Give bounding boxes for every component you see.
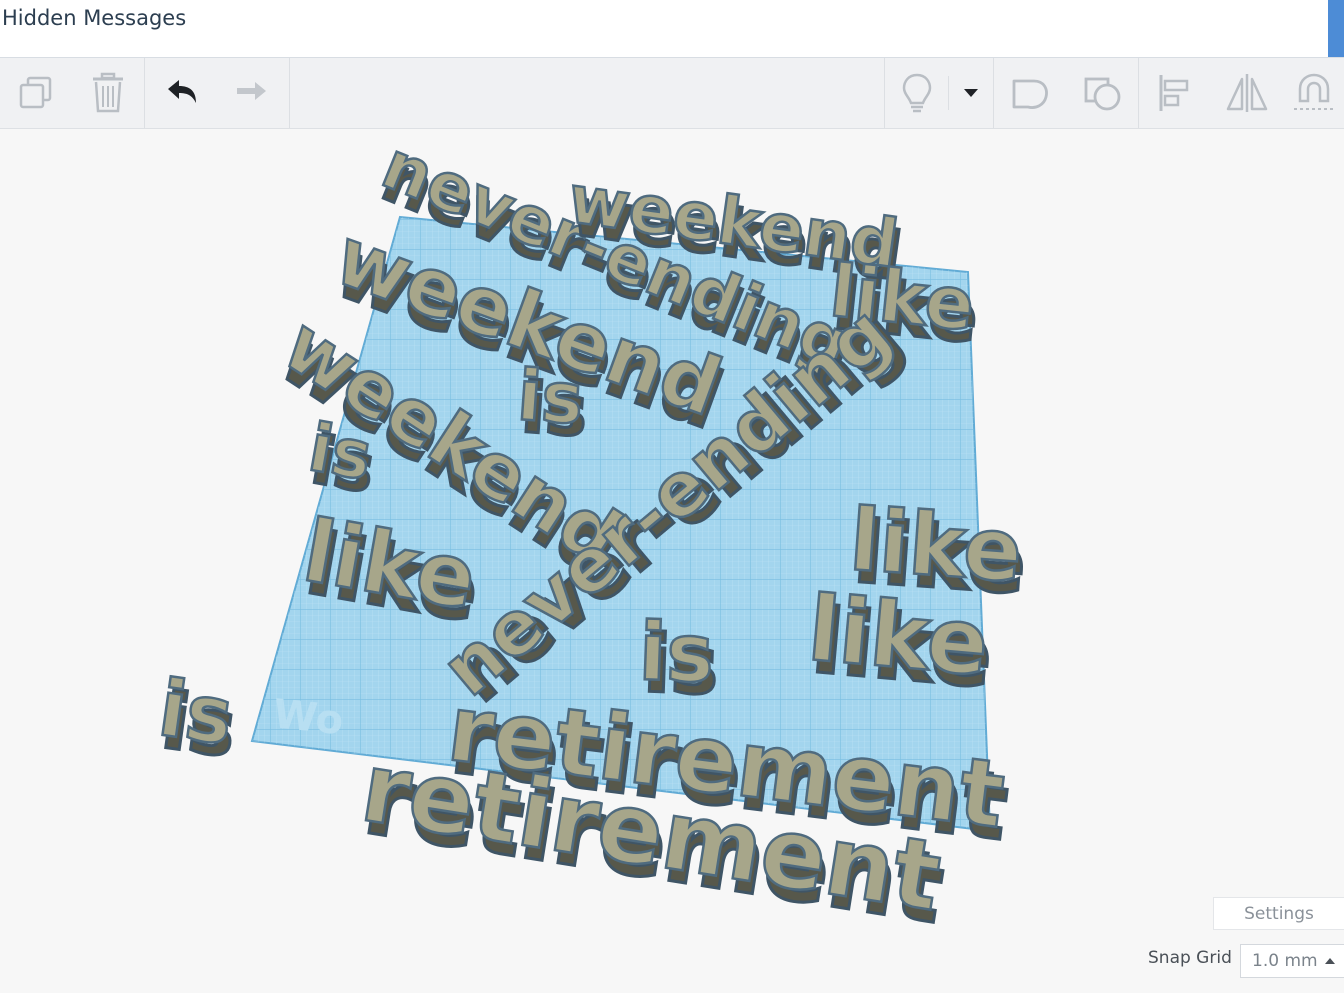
align-icon <box>1159 75 1189 111</box>
group-shape-icon <box>1012 79 1048 109</box>
scrollbar-accent[interactable] <box>1328 0 1344 57</box>
magnet-icon <box>1294 73 1334 110</box>
word-group[interactable]: never-ending never-ending weekend weeken… <box>152 129 1031 947</box>
mirror-icon <box>1226 74 1268 112</box>
lightbulb-icon <box>902 73 932 113</box>
toolbar-divider <box>289 58 290 128</box>
cruise-button[interactable] <box>1284 58 1344 128</box>
redo-arrow-icon <box>237 82 266 100</box>
caret-up-icon <box>1325 958 1335 964</box>
ungroup-button[interactable] <box>1068 58 1138 128</box>
svg-text:is: is <box>515 354 586 440</box>
document-title[interactable]: Hidden Messages <box>2 6 186 30</box>
svg-text:is: is <box>303 409 377 496</box>
workplane-watermark: Wo <box>271 691 346 744</box>
svg-text:is: is <box>637 605 715 701</box>
workplane-viewport[interactable]: Wo never-ending never-ending weekend wee… <box>0 129 1344 993</box>
group-button[interactable] <box>995 58 1065 128</box>
ungroup-shape-icon <box>1084 77 1121 111</box>
redo-button[interactable] <box>216 58 288 128</box>
toolbar-divider <box>948 76 949 110</box>
title-bar: Hidden Messages <box>0 0 1344 58</box>
word-text[interactable]: like like <box>803 575 998 710</box>
svg-text:like: like <box>804 576 993 696</box>
notes-button[interactable] <box>886 58 948 128</box>
caret-down-icon <box>964 89 978 97</box>
align-button[interactable] <box>1140 58 1210 128</box>
delete-button[interactable] <box>72 58 144 128</box>
undo-arrow-icon <box>168 80 196 103</box>
snap-grid-label: Snap Grid <box>1148 948 1232 968</box>
toolbar-divider <box>1138 58 1139 128</box>
snap-grid-select[interactable]: 1.0 mm <box>1240 944 1344 978</box>
copy-icon <box>19 76 52 109</box>
toolbar-divider <box>884 58 885 128</box>
trash-icon <box>93 72 123 113</box>
word-text[interactable]: is is <box>152 662 244 777</box>
notes-dropdown-button[interactable] <box>950 58 992 128</box>
scene[interactable]: Wo never-ending never-ending weekend wee… <box>0 129 1344 993</box>
word-text[interactable]: is is <box>636 604 722 714</box>
undo-button[interactable] <box>146 58 218 128</box>
toolbar-divider <box>144 58 145 128</box>
settings-button[interactable]: Settings <box>1213 897 1344 930</box>
copy-button[interactable] <box>0 58 72 128</box>
toolbar-divider <box>993 58 994 128</box>
mirror-button[interactable] <box>1212 58 1282 128</box>
svg-text:is: is <box>153 664 238 763</box>
toolbar <box>0 58 1344 129</box>
snap-grid-value: 1.0 mm <box>1252 951 1318 971</box>
